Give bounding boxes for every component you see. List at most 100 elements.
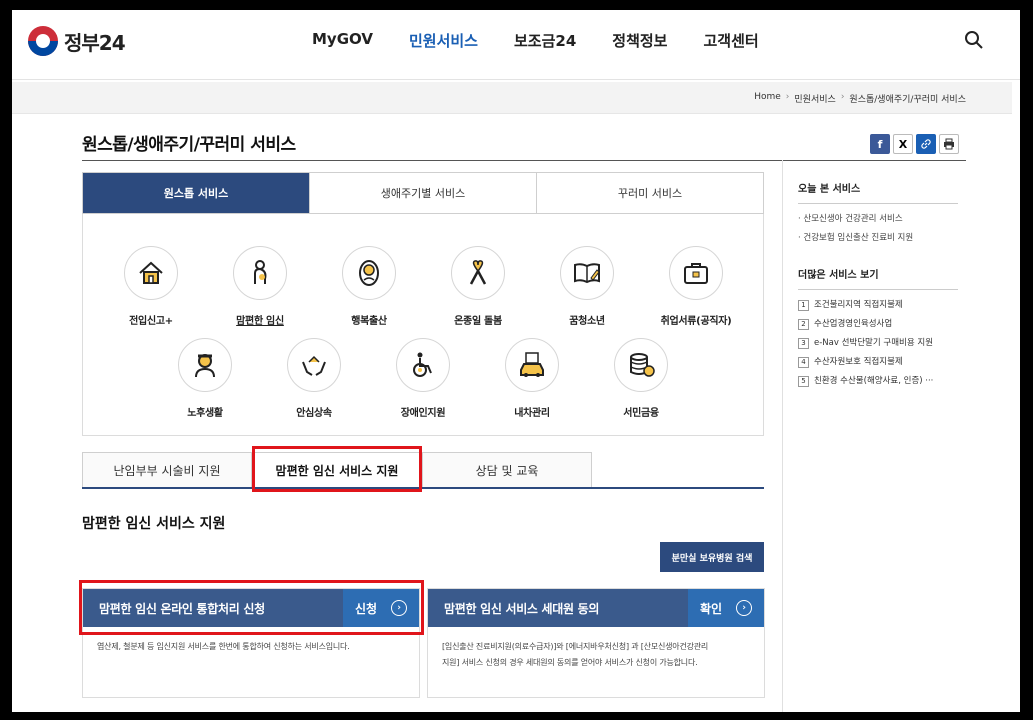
- more-service-item[interactable]: 4 수산자원보호 직접지불제: [798, 353, 958, 372]
- service-label: 온종일 돌봄: [454, 316, 502, 327]
- breadcrumb-civil-service[interactable]: 민원서비스: [794, 92, 835, 105]
- service-inheritance[interactable]: 안심상속: [264, 338, 364, 419]
- tab-lifecycle[interactable]: 생애주기별 서비스: [310, 173, 537, 213]
- recently-viewed-link[interactable]: · 산모신생아 건강관리 서비스: [798, 210, 958, 229]
- onestop-service-panel: 전입신고+ 맘편한 임신 행복출산 온종일 돌봄 꿈청소년 취업서류(공직자) …: [82, 214, 764, 436]
- service-birth[interactable]: 행복출산: [319, 246, 419, 327]
- nav-customer-center[interactable]: 고객센터: [703, 30, 758, 51]
- nav-policy-info[interactable]: 정책정보: [612, 30, 667, 51]
- aside-divider: [782, 160, 783, 712]
- card-description: 엽산제, 철분제 등 임신지원 서비스를 한번에 통합하여 신청하는 서비스입니…: [97, 642, 350, 651]
- card-description: [임신출산 진료비지원(의료수급자)]와 [에너지바우처신청] 과 [산모신생아…: [428, 627, 764, 683]
- service-finance[interactable]: 서민금융: [591, 338, 691, 419]
- service-disability[interactable]: 장애인지원: [373, 338, 473, 419]
- breadcrumb-bar: Home › 민원서비스 › 원스톱/생애주기/꾸러미 서비스: [12, 82, 1012, 114]
- service-my-car[interactable]: 내차관리: [482, 338, 582, 419]
- more-service-label: 수산자원보호 직접지불제: [814, 357, 903, 367]
- book-icon: [560, 246, 614, 300]
- hands-home-icon: [287, 338, 341, 392]
- chevron-right-icon: ›: [736, 600, 753, 616]
- nav-civil-service[interactable]: 민원서비스: [409, 30, 478, 51]
- briefcase-icon: [669, 246, 723, 300]
- house-icon: [124, 246, 178, 300]
- ribbon-icon: [451, 246, 505, 300]
- x-share-button[interactable]: X: [893, 134, 913, 154]
- rank-number: 4: [798, 357, 809, 368]
- more-service-item[interactable]: 1 조건불리지역 직접지불제: [798, 296, 958, 315]
- service-label: 서민금융: [623, 408, 659, 419]
- service-label: 장애인지원: [400, 408, 446, 419]
- card-description-line: 지원] 서비스 신청의 경우 세대원의 동의를 얻어야 서비스가 신청이 가능합…: [442, 658, 698, 667]
- taegeuk-logo-icon: [28, 26, 58, 56]
- card-description-line: [임신출산 진료비지원(의료수급자)]와 [에너지바우처신청] 과 [산모신생아…: [442, 642, 709, 651]
- service-label: 노후생활: [187, 408, 223, 419]
- service-card-household-consent: 맘편한 임신 서비스 세대원 동의 확인 › [임신출산 진료비지원(의료수급자…: [427, 588, 765, 698]
- pregnant-woman-icon: [233, 246, 287, 300]
- service-pregnancy[interactable]: 맘편한 임신: [210, 246, 310, 327]
- more-service-label: 친환경 수산물(해양사료, 인증) ···: [814, 376, 934, 386]
- breadcrumb-separator-icon: ›: [785, 92, 790, 102]
- nav-subsidy24[interactable]: 보조금24: [514, 30, 576, 51]
- browser-page: 정부24 MyGOV 민원서비스 보조금24 정책정보 고객센터 Home › …: [12, 10, 1020, 712]
- elderly-icon: [178, 338, 232, 392]
- printer-icon: [944, 138, 954, 150]
- card-header: 맘편한 임신 온라인 통합처리 신청 신청 ›: [83, 589, 419, 627]
- apply-button[interactable]: 신청 ›: [343, 589, 419, 627]
- tab-counseling-education[interactable]: 상담 및 교육: [422, 452, 592, 487]
- service-label: 전입신고+: [129, 316, 173, 327]
- apply-label: 신청: [354, 601, 378, 616]
- more-services-title: 더많은 서비스 보기: [798, 266, 958, 290]
- service-type-tabs: 원스톱 서비스 생애주기별 서비스 꾸러미 서비스: [82, 172, 764, 214]
- card-header: 맘편한 임신 서비스 세대원 동의 확인 ›: [428, 589, 764, 627]
- rank-number: 2: [798, 319, 809, 330]
- logo-text: 정부24: [64, 30, 126, 55]
- service-label: 내차관리: [514, 408, 550, 419]
- service-move-in[interactable]: 전입신고+: [101, 246, 201, 327]
- more-service-label: e-Nav 선박단말기 구매비용 지원: [814, 338, 934, 348]
- service-label: 꿈청소년: [569, 316, 605, 327]
- service-label: 맘편한 임신: [236, 316, 284, 327]
- more-service-label: 수산업경영인육성사업: [814, 319, 893, 329]
- car-icon: [505, 338, 559, 392]
- site-logo[interactable]: 정부24: [28, 26, 126, 56]
- page-title: 원스톱/생애주기/꾸러미 서비스: [82, 135, 296, 155]
- service-youth[interactable]: 꿈청소년: [537, 246, 637, 327]
- breadcrumb-home[interactable]: Home: [754, 92, 781, 105]
- service-allday-care[interactable]: 온종일 돌봄: [428, 246, 528, 327]
- facebook-share-button[interactable]: f: [870, 134, 890, 154]
- section-title: 맘편한 임신 서비스 지원: [82, 516, 226, 532]
- tab-pregnancy-support[interactable]: 맘편한 임신 서비스 지원: [252, 452, 422, 487]
- coins-icon: [614, 338, 668, 392]
- baby-icon: [342, 246, 396, 300]
- wheelchair-icon: [396, 338, 450, 392]
- more-service-item[interactable]: 5 친환경 수산물(해양사료, 인증) ···: [798, 372, 958, 391]
- more-service-item[interactable]: 3 e-Nav 선박단말기 구매비용 지원: [798, 334, 958, 353]
- tab-onestop[interactable]: 원스톱 서비스: [83, 173, 310, 213]
- search-icon[interactable]: [964, 30, 984, 50]
- link-copy-button[interactable]: [916, 134, 936, 154]
- print-button[interactable]: [939, 134, 959, 154]
- more-service-item[interactable]: 2 수산업경영인육성사업: [798, 315, 958, 334]
- aside-panel: 오늘 본 서비스 · 산모신생아 건강관리 서비스 · 건강보험 임신출산 진료…: [798, 180, 958, 391]
- confirm-button[interactable]: 확인 ›: [688, 589, 764, 627]
- service-job-docs[interactable]: 취업서류(공직자): [646, 246, 746, 327]
- card-title: 맘편한 임신 서비스 세대원 동의: [444, 601, 600, 616]
- service-label: 취업서류(공직자): [660, 316, 732, 327]
- nav-mygov[interactable]: MyGOV: [312, 30, 373, 51]
- recently-viewed-link[interactable]: · 건강보험 임신출산 진료비 지원: [798, 229, 958, 248]
- tab-package[interactable]: 꾸러미 서비스: [537, 173, 763, 213]
- breadcrumb-current[interactable]: 원스톱/생애주기/꾸러미 서비스: [849, 92, 966, 105]
- rank-number: 5: [798, 376, 809, 387]
- service-label: 행복출산: [351, 316, 387, 327]
- service-retirement[interactable]: 노후생활: [155, 338, 255, 419]
- card-title: 맘편한 임신 온라인 통합처리 신청: [99, 601, 265, 616]
- title-divider: [82, 160, 966, 161]
- confirm-label: 확인: [699, 601, 723, 616]
- link-icon: [921, 139, 931, 149]
- breadcrumb: Home › 민원서비스 › 원스톱/생애주기/꾸러미 서비스: [754, 92, 966, 105]
- tab-infertility-support[interactable]: 난임부부 시술비 지원: [82, 452, 252, 487]
- recently-viewed-title: 오늘 본 서비스: [798, 180, 958, 204]
- share-buttons: f X: [870, 134, 959, 154]
- hospital-search-button[interactable]: 분만실 보유병원 검색: [660, 542, 764, 572]
- rank-number: 1: [798, 300, 809, 311]
